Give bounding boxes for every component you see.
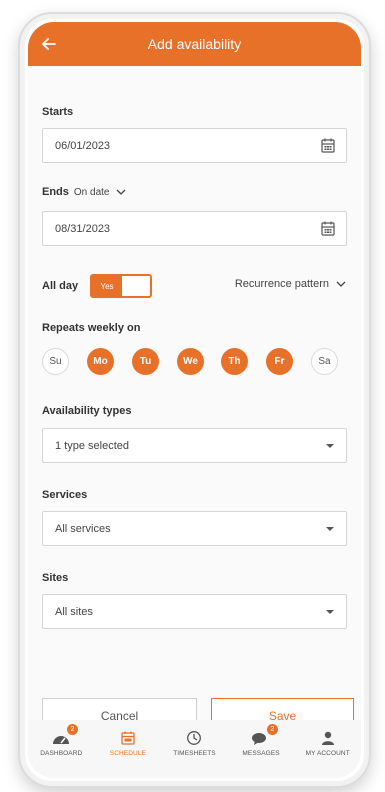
end-date-value: 08/31/2023 xyxy=(55,222,111,235)
availability-types-select[interactable]: 1 type selected xyxy=(42,428,347,463)
clock-icon xyxy=(187,731,202,745)
bottom-navigation: 2 DASHBOARD SCHEDULE TIMESHEETS 2 MESSAG… xyxy=(28,720,361,778)
day-th[interactable]: Th xyxy=(221,348,248,375)
dropdown-caret-icon xyxy=(326,610,334,614)
services-value: All services xyxy=(55,522,111,535)
starts-label: Starts xyxy=(42,106,74,118)
nav-timesheets-label: TIMESHEETS xyxy=(173,750,216,757)
day-mo[interactable]: Mo xyxy=(87,348,114,375)
nav-timesheets[interactable]: TIMESHEETS xyxy=(161,720,228,778)
calendar-icon xyxy=(321,138,335,153)
app-screen: Add availability Starts 06/01/2023 Ends xyxy=(28,22,361,778)
back-button[interactable] xyxy=(36,31,62,57)
day-su[interactable]: Su xyxy=(42,348,69,375)
day-tu[interactable]: Tu xyxy=(132,348,159,375)
dropdown-caret-icon xyxy=(326,444,334,448)
sites-value: All sites xyxy=(55,605,93,618)
messages-badge: 2 xyxy=(266,724,278,735)
recurrence-pattern-dropdown[interactable]: Recurrence pattern xyxy=(235,278,347,290)
arrow-left-icon xyxy=(42,38,56,50)
ends-mode-value: On date xyxy=(73,186,110,198)
form-content: Starts 06/01/2023 Ends On date 08/31/202… xyxy=(28,66,361,670)
nav-dashboard-label: DASHBOARD xyxy=(40,750,83,757)
nav-my-account-label: MY ACCOUNT xyxy=(305,750,350,757)
day-we[interactable]: We xyxy=(177,348,204,375)
ends-mode-dropdown[interactable]: On date xyxy=(74,187,127,198)
nav-schedule-label: SCHEDULE xyxy=(109,750,146,757)
all-day-toggle-on: Yes xyxy=(92,276,122,296)
person-icon xyxy=(321,731,334,745)
nav-messages-label: MESSAGES xyxy=(242,750,280,757)
all-day-label: All day xyxy=(42,280,79,292)
calendar-icon xyxy=(321,221,335,236)
repeats-label: Repeats weekly on xyxy=(42,322,141,334)
dashboard-badge: 2 xyxy=(67,724,78,735)
phone-frame: Add availability Starts 06/01/2023 Ends xyxy=(18,12,371,788)
recurrence-pattern-label: Recurrence pattern xyxy=(234,278,329,290)
app-bar: Add availability xyxy=(28,22,361,66)
chevron-down-icon xyxy=(116,189,125,195)
nav-messages[interactable]: 2 MESSAGES xyxy=(228,720,295,778)
all-day-toggle[interactable]: Yes xyxy=(90,274,152,298)
sites-select[interactable]: All sites xyxy=(42,594,347,629)
calendar-icon xyxy=(121,731,135,745)
ends-row: Ends On date xyxy=(42,186,127,198)
day-sa[interactable]: Sa xyxy=(311,348,338,375)
day-fr[interactable]: Fr xyxy=(266,348,293,375)
start-date-field[interactable]: 06/01/2023 xyxy=(42,128,347,163)
dropdown-caret-icon xyxy=(326,527,334,531)
ends-label: Ends xyxy=(42,186,69,198)
nav-dashboard[interactable]: 2 DASHBOARD xyxy=(28,720,95,778)
services-label: Services xyxy=(42,489,88,501)
end-date-field[interactable]: 08/31/2023 xyxy=(42,211,347,246)
start-date-value: 06/01/2023 xyxy=(55,139,111,152)
availability-types-label: Availability types xyxy=(42,405,132,417)
nav-schedule[interactable]: SCHEDULE xyxy=(95,720,162,778)
chevron-down-icon xyxy=(336,281,346,287)
page-title: Add availability xyxy=(147,36,242,52)
services-select[interactable]: All services xyxy=(42,511,347,546)
sites-label: Sites xyxy=(42,572,69,584)
availability-types-value: 1 type selected xyxy=(55,439,129,452)
nav-my-account[interactable]: MY ACCOUNT xyxy=(294,720,361,778)
